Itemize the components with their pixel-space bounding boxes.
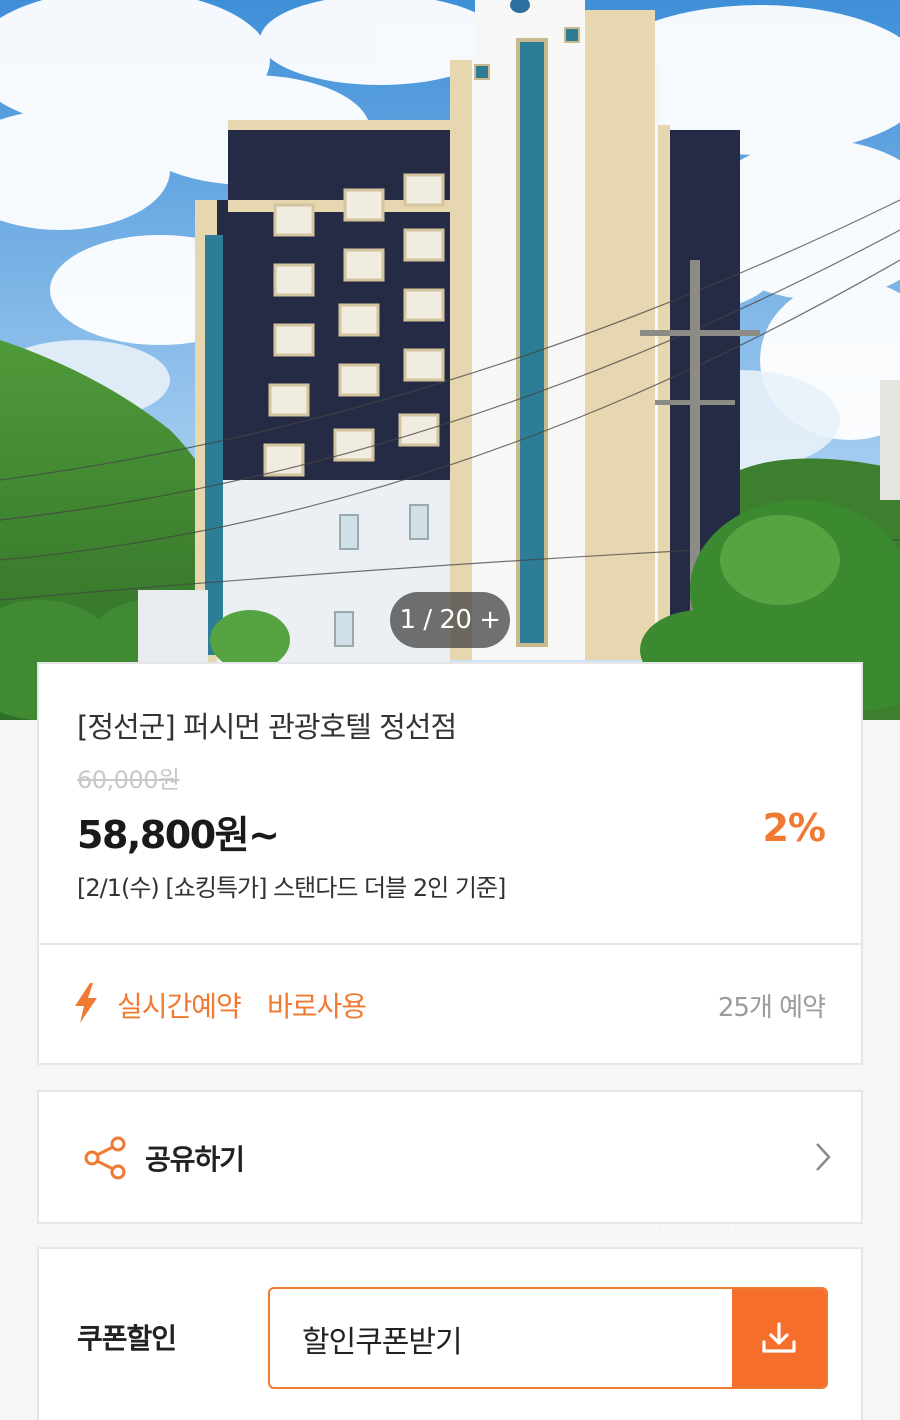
sale-price: 58,800원~: [77, 813, 280, 857]
bolt-icon: [73, 983, 99, 1027]
booking-features-card: 실시간예약 바로사용 25개 예약: [37, 943, 863, 1065]
download-icon[interactable]: [732, 1289, 826, 1387]
coupon-label: 쿠폰할인: [77, 1322, 177, 1355]
watermark: https://blog.naver.com: [655, 1222, 780, 1235]
realtime-booking-label: 실시간예약: [117, 990, 242, 1023]
instant-use-label: 바로사용: [267, 990, 367, 1023]
hero-image[interactable]: 1 / 20 +: [0, 0, 900, 720]
original-price: 60,000원: [77, 766, 180, 794]
chevron-right-icon: [815, 1142, 831, 1176]
room-description: [2/1(수) [쇼킹특가] 스탠다드 더블 2인 기준]: [77, 874, 506, 902]
get-coupon-button[interactable]: 할인쿠폰받기: [268, 1287, 828, 1389]
hotel-detail-page: 1 / 20 + [정선군] 퍼시먼 관광호텔 정선점 60,000원 58,8…: [0, 0, 900, 1420]
hotel-name: [정선군] 퍼시먼 관광호텔 정선점: [77, 710, 457, 744]
share-label: 공유하기: [145, 1143, 245, 1176]
get-coupon-label: 할인쿠폰받기: [302, 1325, 463, 1360]
booking-count: 25개 예약: [717, 993, 826, 1023]
share-row[interactable]: 공유하기: [37, 1090, 863, 1224]
gallery-counter[interactable]: 1 / 20 +: [390, 592, 510, 648]
coupon-card: 쿠폰할인 할인쿠폰받기: [37, 1247, 863, 1420]
hotel-info-card: [정선군] 퍼시먼 관광호텔 정선점 60,000원 58,800원~ 2% […: [37, 662, 863, 945]
discount-rate: 2%: [762, 806, 826, 850]
share-icon: [83, 1136, 127, 1184]
